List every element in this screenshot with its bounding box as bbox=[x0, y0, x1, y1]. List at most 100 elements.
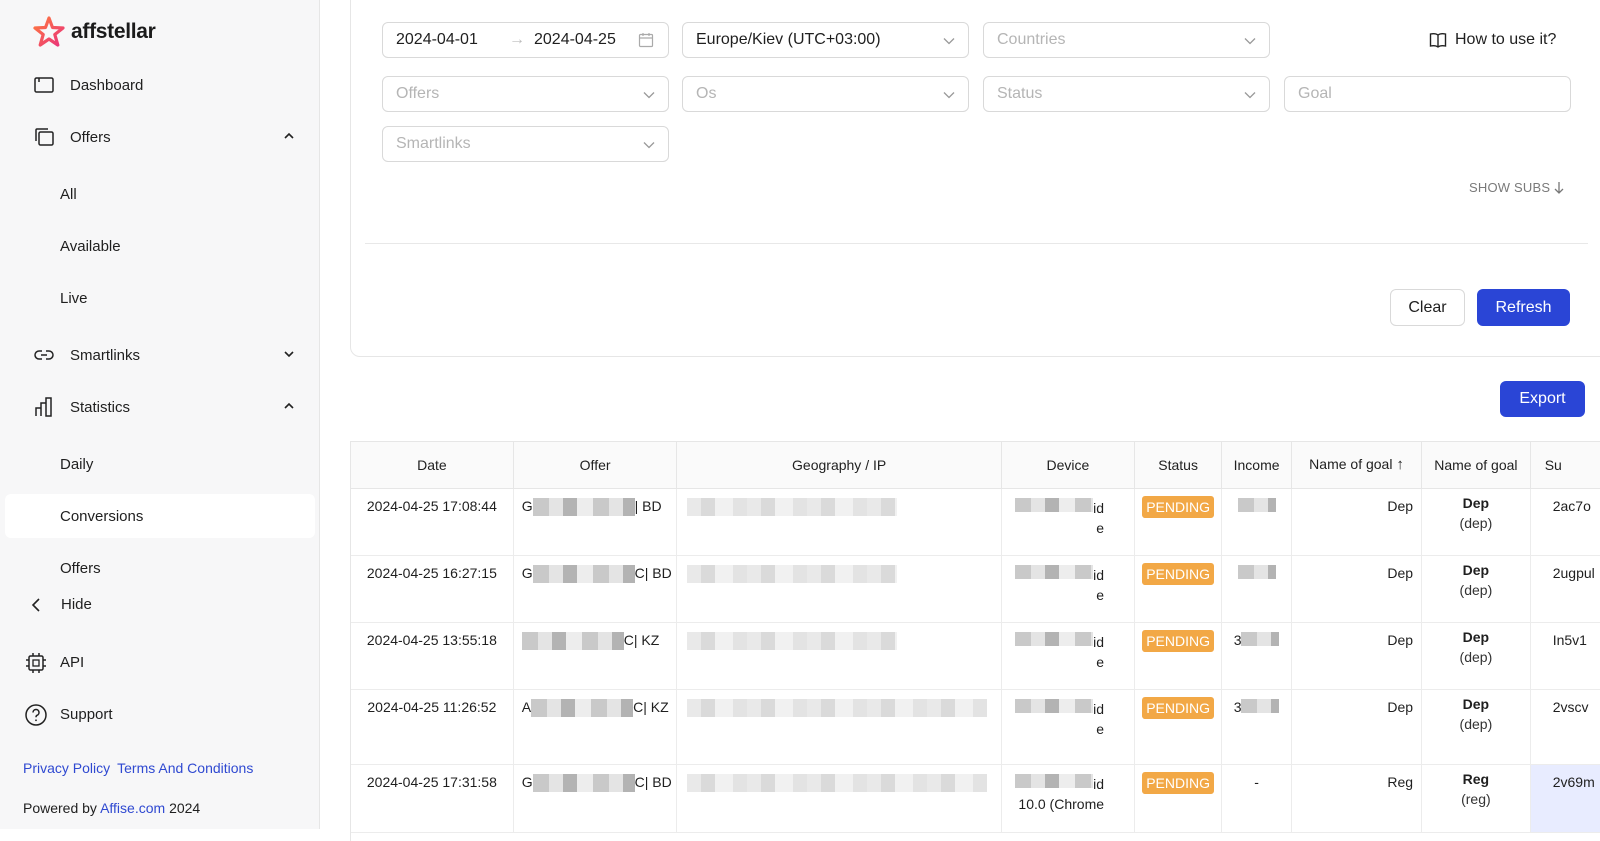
table-row[interactable]: 2024-04-25 17:31:58 G C| BD id 10.0 (Chrome P… bbox=[351, 764, 1600, 833]
cell-goal: Dep bbox=[1291, 622, 1423, 690]
column-header-offer[interactable]: Offer bbox=[513, 442, 678, 489]
sidebar: affstellar Dashboard Offers All Availabl… bbox=[0, 0, 320, 829]
cell-offer[interactable]: C| KZ bbox=[513, 622, 678, 690]
smartlinks-select[interactable]: Smartlinks bbox=[382, 126, 669, 162]
countries-select[interactable]: Countries bbox=[983, 22, 1270, 58]
goal-value: Dep bbox=[1387, 698, 1414, 715]
terms-link[interactable]: Terms And Conditions bbox=[117, 760, 253, 776]
goal2-main: Dep bbox=[1462, 561, 1490, 578]
goal-input[interactable]: Goal bbox=[1284, 76, 1571, 112]
date-value: 2024-04-25 13:55:18 bbox=[366, 631, 497, 648]
sidebar-item-label: Statistics bbox=[70, 398, 131, 416]
sidebar-subitem-statistics-conversions[interactable]: Conversions bbox=[5, 494, 315, 538]
redacted-geo bbox=[687, 631, 898, 650]
cell-status: PENDING bbox=[1134, 689, 1223, 765]
sidebar-subitem-offers-available[interactable]: Available bbox=[5, 224, 315, 268]
cell-status: PENDING bbox=[1134, 622, 1223, 690]
sidebar-subitem-offers-all[interactable]: All bbox=[5, 172, 315, 216]
hide-sidebar-button[interactable]: Hide bbox=[0, 585, 320, 625]
show-subs-toggle[interactable]: SHOW SUBS bbox=[1469, 180, 1565, 195]
sidebar-subitem-label: Offers bbox=[60, 559, 101, 577]
clear-button[interactable]: Clear bbox=[1390, 289, 1465, 326]
goal2-main: Dep bbox=[1462, 494, 1490, 511]
refresh-button[interactable]: Refresh bbox=[1477, 289, 1570, 326]
cell-date: 2024-04-25 16:27:15 bbox=[351, 555, 514, 623]
column-header-goal-name-2[interactable]: Name of goal bbox=[1421, 442, 1531, 489]
column-header-status[interactable]: Status bbox=[1134, 442, 1223, 489]
how-to-use-label: How to use it? bbox=[1455, 31, 1557, 48]
device-line-b: e bbox=[1096, 519, 1105, 536]
redacted-device bbox=[1015, 698, 1094, 713]
table-row[interactable]: 2024-04-25 17:08:44 G | BD id e PENDING Dep Dep… bbox=[351, 488, 1600, 556]
chevron-up-icon[interactable] bbox=[282, 129, 296, 143]
cell-goal: Dep bbox=[1291, 488, 1423, 556]
cell-offer[interactable]: A C| KZ bbox=[513, 689, 678, 765]
cell-offer[interactable]: G C| BD bbox=[513, 764, 678, 833]
sidebar-item-api[interactable]: API bbox=[0, 643, 320, 683]
column-header-sub[interactable]: Su bbox=[1530, 442, 1600, 489]
redacted-offer bbox=[521, 631, 624, 650]
table-row[interactable]: 2024-04-25 16:27:15 G C| BD id e PENDING Dep De… bbox=[351, 555, 1600, 623]
cell-geography bbox=[676, 488, 1002, 556]
affise-link[interactable]: Affise.com bbox=[100, 800, 165, 816]
offers-select[interactable]: Offers bbox=[382, 76, 669, 112]
sidebar-subitem-statistics-daily[interactable]: Daily bbox=[5, 442, 315, 486]
sort-arrow-icon: ↑ bbox=[1396, 456, 1404, 474]
sidebar-item-offers[interactable]: Offers bbox=[0, 115, 320, 159]
chevron-up-icon[interactable] bbox=[282, 399, 296, 413]
sidebar-item-support[interactable]: Support bbox=[0, 695, 320, 735]
device-line-a: id bbox=[1093, 633, 1105, 650]
cell-income: 3 bbox=[1221, 689, 1292, 765]
goal2-sub: (reg) bbox=[1461, 790, 1491, 807]
column-header-income[interactable]: Income bbox=[1221, 442, 1292, 489]
sidebar-item-smartlinks[interactable]: Smartlinks bbox=[0, 333, 320, 377]
column-header-geography[interactable]: Geography / IP bbox=[676, 442, 1002, 489]
conversions-table-wrap: Date Offer Geography / IP Device Status … bbox=[350, 441, 1600, 841]
device-line-b: 10.0 (Chrome bbox=[1018, 795, 1105, 812]
sidebar-subitem-offers-live[interactable]: Live bbox=[5, 276, 315, 320]
sidebar-item-statistics[interactable]: Statistics bbox=[0, 385, 320, 429]
chevron-left-icon bbox=[31, 598, 40, 612]
cell-offer[interactable]: G | BD bbox=[513, 488, 678, 556]
timezone-select[interactable]: Europe/Kiev (UTC+03:00) bbox=[682, 22, 969, 58]
sub-value: 2ac7o bbox=[1552, 497, 1591, 514]
chevron-down-icon[interactable] bbox=[282, 347, 296, 361]
redacted-device bbox=[1015, 564, 1094, 579]
date-range-picker[interactable]: 2024-04-01 → 2024-04-25 bbox=[382, 22, 669, 58]
table-row[interactable]: 2024-04-25 13:55:18 C| KZ id e PENDING 3 Dep De… bbox=[351, 622, 1600, 690]
book-icon bbox=[1429, 33, 1447, 48]
privacy-policy-link[interactable]: Privacy Policy bbox=[23, 760, 110, 776]
powered-year: 2024 bbox=[169, 800, 201, 816]
cell-goal: Dep bbox=[1291, 689, 1423, 765]
sidebar-item-dashboard[interactable]: Dashboard bbox=[0, 63, 320, 107]
column-header-date[interactable]: Date bbox=[351, 442, 514, 489]
conversions-table: Date Offer Geography / IP Device Status … bbox=[351, 442, 1600, 833]
date-value: 2024-04-25 17:08:44 bbox=[366, 497, 497, 514]
sidebar-subitem-statistics-offers[interactable]: Offers bbox=[5, 546, 315, 590]
export-button[interactable]: Export bbox=[1500, 381, 1585, 417]
redacted-offer bbox=[532, 564, 635, 583]
how-to-use-link[interactable]: How to use it? bbox=[1429, 31, 1556, 49]
cell-date: 2024-04-25 17:31:58 bbox=[351, 764, 514, 833]
sidebar-item-label: Smartlinks bbox=[70, 346, 141, 364]
cell-offer[interactable]: G C| BD bbox=[513, 555, 678, 623]
date-from[interactable]: 2024-04-01 bbox=[396, 31, 478, 49]
os-select[interactable]: Os bbox=[682, 76, 969, 112]
sidebar-item-label: Offers bbox=[70, 128, 111, 146]
sidebar-subitem-label: All bbox=[60, 185, 77, 203]
cell-geography bbox=[676, 689, 1002, 765]
date-to[interactable]: 2024-04-25 bbox=[534, 31, 616, 49]
income-value: 3 bbox=[1233, 631, 1242, 648]
table-row[interactable]: 2024-04-25 11:26:52 A C| KZ id e PENDING 3 Dep D… bbox=[351, 689, 1600, 765]
column-header-device[interactable]: Device bbox=[1001, 442, 1136, 489]
cell-income bbox=[1221, 555, 1292, 623]
brand-logo[interactable]: affstellar bbox=[33, 16, 156, 48]
status-select[interactable]: Status bbox=[983, 76, 1270, 112]
cell-geography bbox=[676, 622, 1002, 690]
cell-device: id e bbox=[1001, 555, 1136, 623]
sidebar-subitem-label: Available bbox=[60, 237, 121, 255]
redacted-income bbox=[1237, 497, 1276, 512]
redacted-income bbox=[1237, 564, 1276, 579]
column-header-goal-name[interactable]: Name of goal ↑ bbox=[1291, 442, 1423, 489]
smartlinks-placeholder: Smartlinks bbox=[396, 135, 471, 152]
